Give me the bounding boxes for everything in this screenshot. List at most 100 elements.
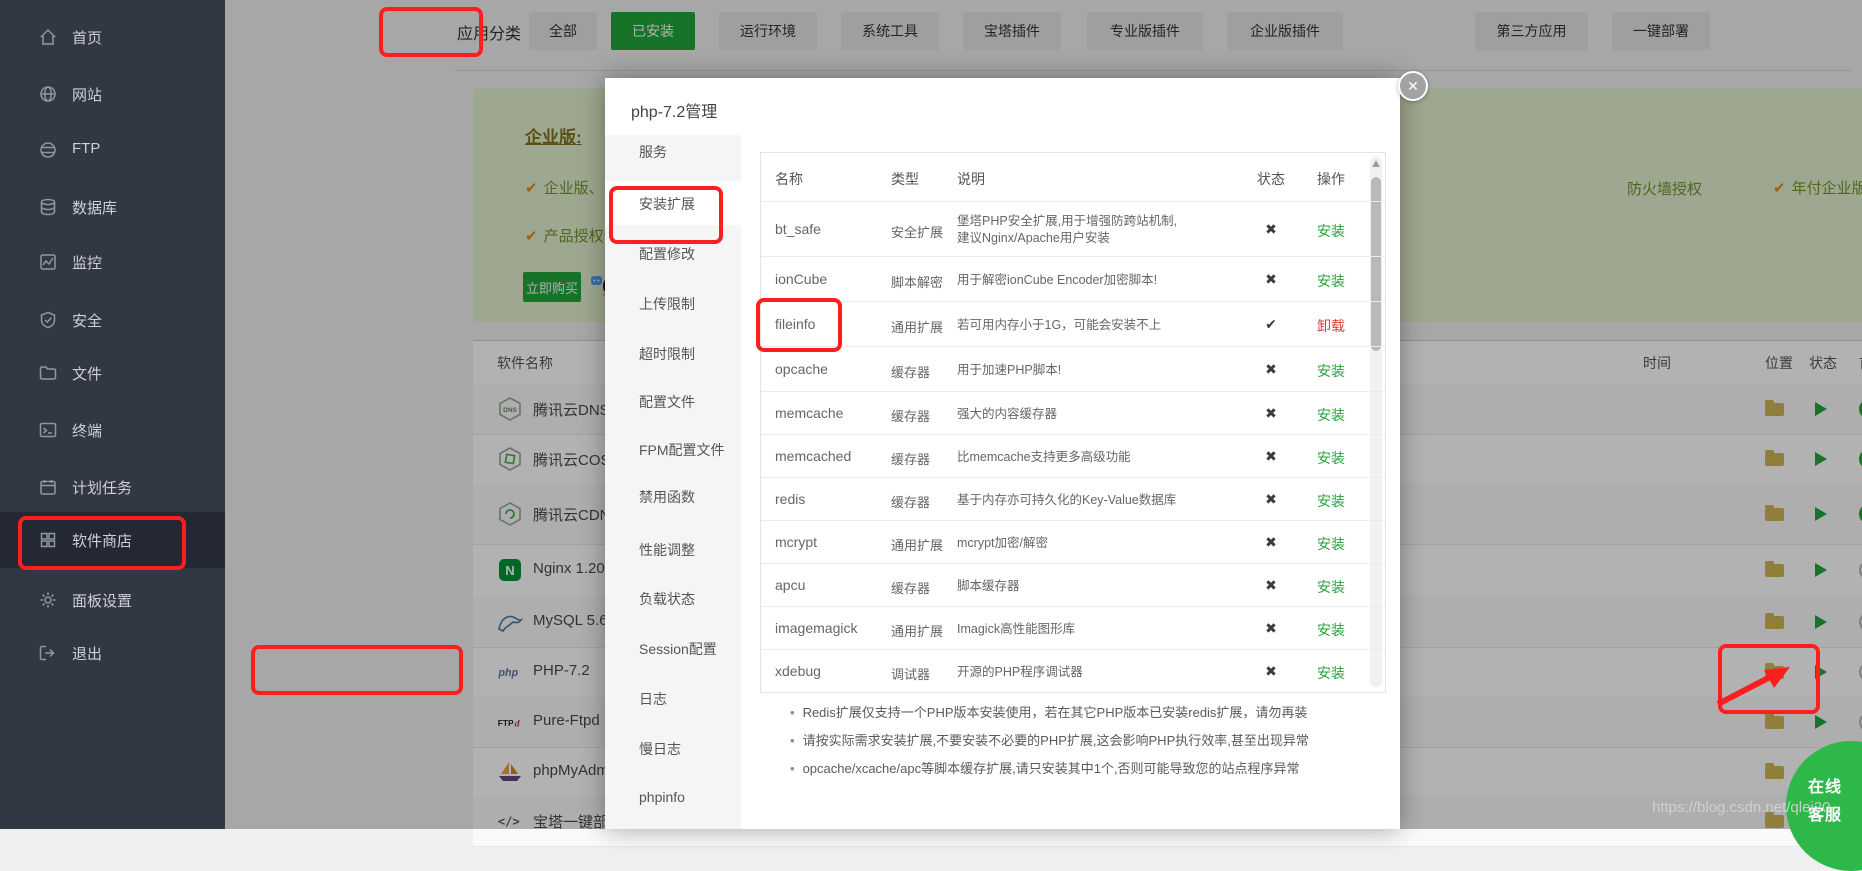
modal-menu-服务[interactable]: 服务 xyxy=(605,129,741,173)
extension-action-安装[interactable]: 安装 xyxy=(1306,577,1356,597)
extension-action-安装[interactable]: 安装 xyxy=(1306,361,1356,381)
sidebar-item-3[interactable]: FTP xyxy=(0,122,225,178)
extension-type: 缓存器 xyxy=(891,406,930,425)
modal-menu-禁用函数[interactable]: 禁用函数 xyxy=(605,474,741,518)
sidebar-item-8[interactable]: 终端 xyxy=(0,402,225,458)
extension-action-安装[interactable]: 安装 xyxy=(1306,620,1356,640)
scroll-up-icon[interactable] xyxy=(1372,160,1380,167)
modal-menu-label: 慢日志 xyxy=(639,739,681,759)
bullet-icon: • xyxy=(790,705,795,720)
modal-menu-负载状态[interactable]: 负载状态 xyxy=(605,576,741,620)
modal-menu-label: Session配置 xyxy=(639,639,717,659)
modal-menu-label: 配置修改 xyxy=(639,244,695,264)
database-icon xyxy=(38,197,58,217)
extension-row: imagemagick通用扩展Imagick高性能图形库✖安装 xyxy=(761,606,1385,650)
extension-action-安装[interactable]: 安装 xyxy=(1306,405,1356,425)
not-installed-x-icon: ✖ xyxy=(1251,577,1291,594)
modal-menu-FPM配置文件[interactable]: FPM配置文件 xyxy=(605,427,741,471)
extension-name: ionCube xyxy=(775,271,827,287)
extension-desc: 强大的内容缓存器 xyxy=(957,406,1257,423)
extension-action-安装[interactable]: 安装 xyxy=(1306,534,1356,554)
watermark-text: https://blog.csdn.net/qlei20 xyxy=(1652,799,1830,816)
note-line: •opcache/xcache/apc等脚本缓存扩展,请只安装其中1个,否则可能… xyxy=(790,758,1300,777)
close-icon[interactable]: ✕ xyxy=(1398,71,1428,101)
extension-name: fileinfo xyxy=(775,316,815,332)
ftp-icon xyxy=(38,140,58,160)
terminal-icon xyxy=(38,420,58,440)
sidebar-item-11[interactable]: 面板设置 xyxy=(0,572,225,628)
security-shield-icon xyxy=(38,310,58,330)
modal-menu-性能调整[interactable]: 性能调整 xyxy=(605,527,741,571)
sidebar-item-label: 安全 xyxy=(72,310,102,331)
extension-name: redis xyxy=(775,491,805,507)
extension-row: memcached缓存器比memcache支持更多高级功能✖安装 xyxy=(761,434,1385,478)
modal-menu-label: phpinfo xyxy=(639,789,685,805)
extension-action-卸载[interactable]: 卸载 xyxy=(1306,316,1356,336)
modal-menu-慢日志[interactable]: 慢日志 xyxy=(605,726,741,770)
modal-menu-配置文件[interactable]: 配置文件 xyxy=(605,379,741,423)
modal-menu-上传限制[interactable]: 上传限制 xyxy=(605,281,741,325)
modal-menu-超时限制[interactable]: 超时限制 xyxy=(605,331,741,375)
extension-desc: 脚本缓存器 xyxy=(957,578,1257,595)
modal-menu-phpinfo[interactable]: phpinfo xyxy=(605,776,741,820)
not-installed-x-icon: ✖ xyxy=(1251,271,1291,288)
files-folder-icon xyxy=(38,363,58,383)
extension-desc: 堡塔PHP安全扩展,用于增强防跨站机制,建议Nginx/Apache用户安装 xyxy=(957,213,1257,247)
extension-type: 脚本解密 xyxy=(891,272,943,291)
installed-check-icon: ✔ xyxy=(1251,316,1291,333)
extension-action-安装[interactable]: 安装 xyxy=(1306,271,1356,291)
modal-menu-配置修改[interactable]: 配置修改 xyxy=(605,231,741,275)
extension-desc: mcrypt加密/解密 xyxy=(957,535,1257,552)
not-installed-x-icon: ✖ xyxy=(1251,448,1291,465)
modal-menu-label: FPM配置文件 xyxy=(639,440,725,460)
sidebar-item-label: 软件商店 xyxy=(72,530,132,551)
sidebar-item-label: 面板设置 xyxy=(72,590,132,611)
sidebar-item-label: 退出 xyxy=(72,643,102,664)
website-globe-icon xyxy=(38,84,58,104)
sidebar-item-4[interactable]: 数据库 xyxy=(0,179,225,235)
extension-row: bt_safe安全扩展堡塔PHP安全扩展,用于增强防跨站机制,建议Nginx/A… xyxy=(761,201,1385,257)
not-installed-x-icon: ✖ xyxy=(1251,405,1291,422)
extension-type: 通用扩展 xyxy=(891,535,943,554)
modal-menu-label: 上传限制 xyxy=(639,294,695,314)
sidebar-item-12[interactable]: 退出 xyxy=(0,625,225,681)
modal-menu-label: 禁用函数 xyxy=(639,487,695,507)
app-store-grid-icon xyxy=(38,530,58,550)
extension-type: 通用扩展 xyxy=(891,317,943,336)
not-installed-x-icon: ✖ xyxy=(1251,491,1291,508)
sidebar-item-10[interactable]: 软件商店 xyxy=(0,512,225,568)
extension-name: memcache xyxy=(775,405,843,421)
extension-action-安装[interactable]: 安装 xyxy=(1306,448,1356,468)
extension-row: xdebug调试器开源的PHP程序调试器✖安装 xyxy=(761,649,1385,693)
extension-name: imagemagick xyxy=(775,620,857,636)
modal-menu-Session配置[interactable]: Session配置 xyxy=(605,626,741,670)
sidebar-item-6[interactable]: 安全 xyxy=(0,292,225,348)
ext-column-header: 名称 xyxy=(775,169,803,189)
modal-menu-日志[interactable]: 日志 xyxy=(605,676,741,720)
extension-type: 缓存器 xyxy=(891,362,930,381)
extension-name: apcu xyxy=(775,577,805,593)
sidebar-item-label: 终端 xyxy=(72,420,102,441)
extension-row: ionCube脚本解密用于解密ionCube Encoder加密脚本!✖安装 xyxy=(761,256,1385,302)
modal-menu-label: 安装扩展 xyxy=(639,194,695,214)
sidebar-item-1[interactable]: 首页 xyxy=(0,9,225,65)
settings-gear-icon xyxy=(38,590,58,610)
sidebar-item-7[interactable]: 文件 xyxy=(0,345,225,401)
extension-action-安装[interactable]: 安装 xyxy=(1306,491,1356,511)
bt-panel-software-store-page: { "sidebar": { "items": [ {"label":"首页",… xyxy=(0,0,1862,829)
modal-menu: 服务安装扩展配置修改上传限制超时限制配置文件FPM配置文件禁用函数性能调整负载状… xyxy=(605,135,741,829)
modal-menu-安装扩展[interactable]: 安装扩展 xyxy=(605,181,741,225)
sidebar-item-2[interactable]: 网站 xyxy=(0,66,225,122)
sidebar-item-label: FTP xyxy=(72,140,100,157)
not-installed-x-icon: ✖ xyxy=(1251,620,1291,637)
sidebar-item-5[interactable]: 监控 xyxy=(0,234,225,290)
extension-row: memcache 缓存器 强大的内容缓存器✖ 安装 xyxy=(761,391,1385,435)
sidebar-item-9[interactable]: 计划任务 xyxy=(0,459,225,515)
extension-row: opcache缓存器用于加速PHP脚本!✖安装 xyxy=(761,346,1385,392)
ext-column-header: 操作 xyxy=(1306,169,1356,189)
modal-menu-label: 性能调整 xyxy=(639,540,695,560)
extension-row: redis缓存器基于内存亦可持久化的Key-Value数据库✖安装 xyxy=(761,477,1385,521)
modal-title: php-7.2管理 xyxy=(631,98,717,122)
extension-action-安装[interactable]: 安装 xyxy=(1306,663,1356,683)
extension-action-安装[interactable]: 安装 xyxy=(1306,221,1356,241)
